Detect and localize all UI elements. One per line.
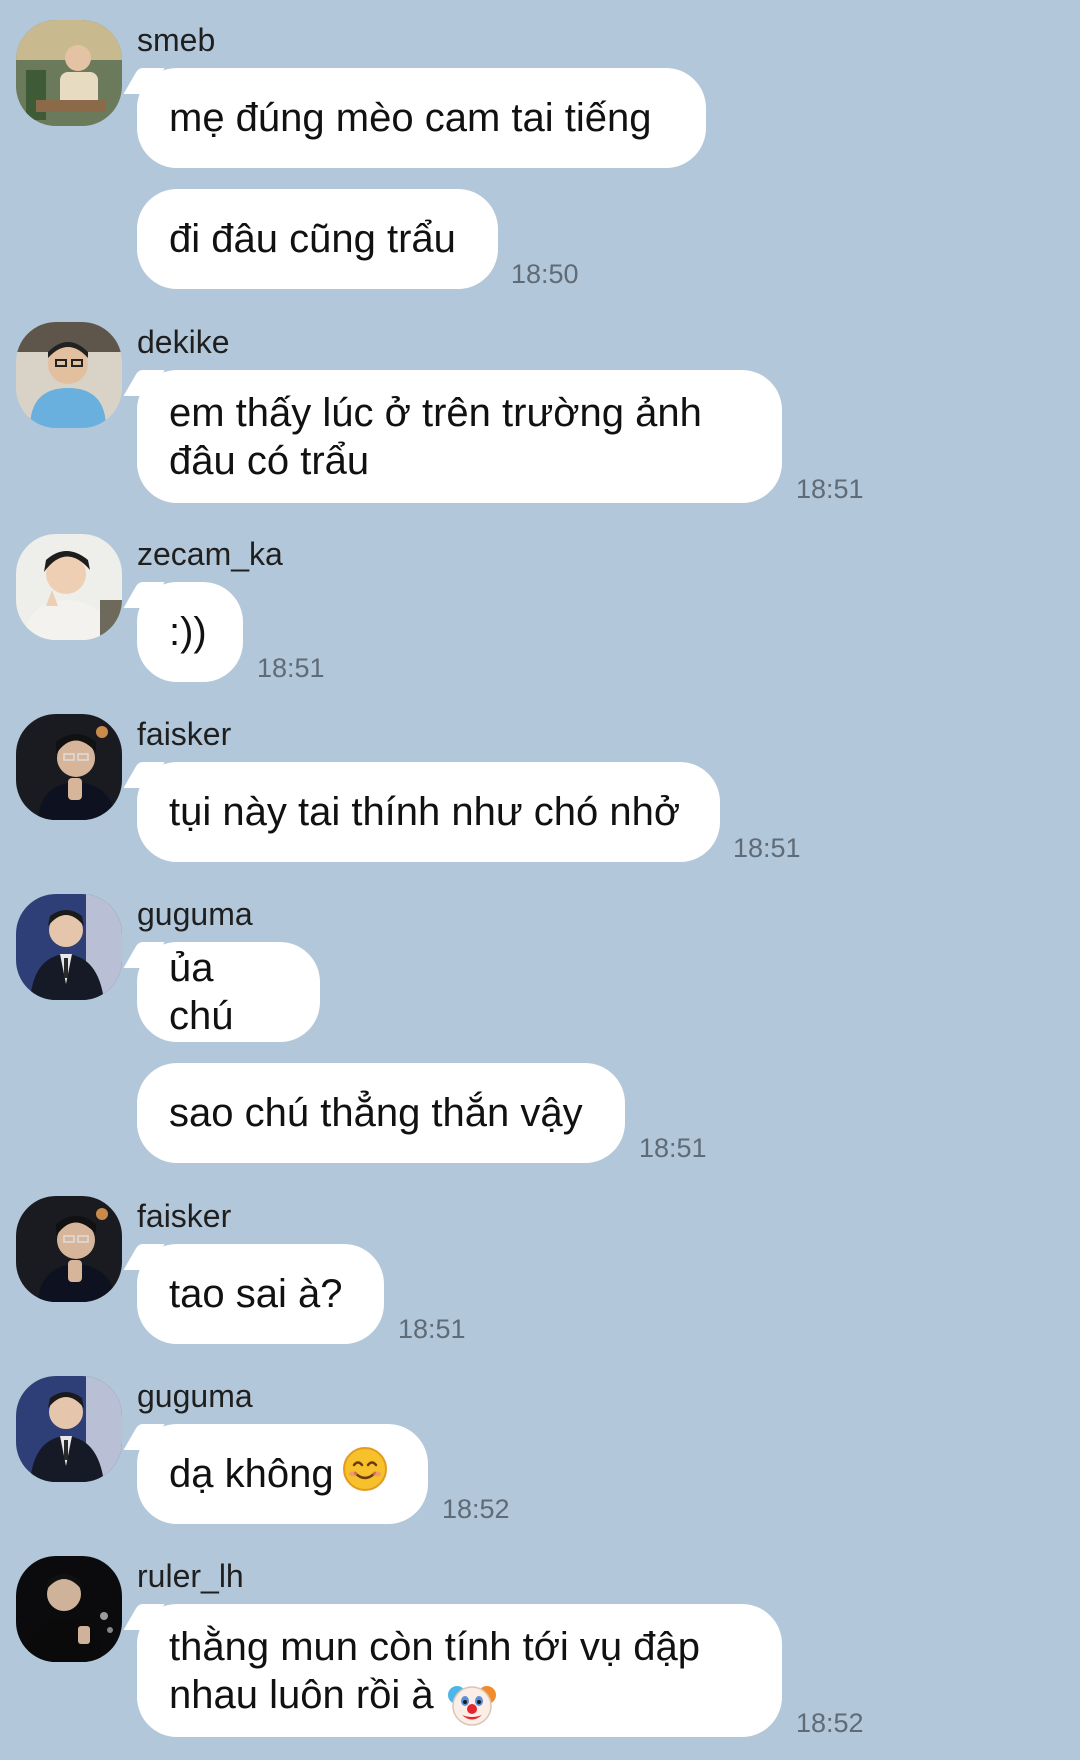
message-bubble[interactable]: em thấy lúc ở trên trường ảnh đâu có trẩ… xyxy=(137,370,782,503)
message-time: 18:51 xyxy=(733,833,801,863)
message-text: em thấy lúc ở trên trường ảnh đâu có trẩ… xyxy=(169,390,702,483)
avatar-faisker-icon[interactable] xyxy=(16,1196,122,1302)
avatar-smeb-icon[interactable] xyxy=(16,20,122,126)
message-time: 18:52 xyxy=(442,1494,510,1524)
message-text: thằng mun còn tính tới vụ đập nhau luôn … xyxy=(169,1624,701,1717)
message-time: 18:51 xyxy=(639,1133,707,1163)
message-time: 18:51 xyxy=(398,1314,466,1344)
message-bubble[interactable]: đi đâu cũng trẩu xyxy=(137,189,498,289)
message-bubble[interactable]: dạ không xyxy=(137,1424,428,1524)
message-bubble[interactable]: sao chú thẳng thắn vậy xyxy=(137,1063,625,1163)
message-text: :)) xyxy=(169,610,207,654)
sender-name: guguma xyxy=(137,1378,253,1414)
avatar-faisker-icon[interactable] xyxy=(16,714,122,820)
message-time: 18:52 xyxy=(796,1708,864,1738)
message-text: tao sai à? xyxy=(169,1272,343,1316)
smiling-face-icon xyxy=(342,1446,388,1503)
message-text: tụi này tai thính như chó nhở xyxy=(169,790,681,834)
avatar-guguma-icon[interactable] xyxy=(16,894,122,1000)
message-text: mẹ đúng mèo cam tai tiếng xyxy=(169,96,652,140)
message-time: 18:50 xyxy=(511,259,579,289)
sender-name: guguma xyxy=(137,896,253,932)
avatar-guguma-icon[interactable] xyxy=(16,1376,122,1482)
sender-name: ruler_lh xyxy=(137,1558,244,1594)
message-bubble[interactable]: :)) xyxy=(137,582,243,682)
sender-name: faisker xyxy=(137,1198,232,1234)
sender-name: faisker xyxy=(137,716,232,752)
message-bubble[interactable]: ủa chú xyxy=(137,942,320,1042)
message-bubble[interactable]: tụi này tai thính như chó nhở xyxy=(137,762,720,862)
chat-room: smeb mẹ đúng mèo cam tai tiếng đi đâu cũ… xyxy=(0,0,1080,1760)
message-text: đi đâu cũng trẩu xyxy=(169,217,456,261)
sender-name: zecam_ka xyxy=(137,536,283,572)
message-time: 18:51 xyxy=(257,653,325,683)
message-bubble[interactable]: tao sai à? xyxy=(137,1244,384,1344)
avatar-zecam-icon[interactable] xyxy=(16,534,122,640)
message-text: dạ không xyxy=(169,1452,334,1496)
avatar-dekike-icon[interactable] xyxy=(16,322,122,428)
message-text: ủa chú xyxy=(169,946,234,1038)
message-time: 18:51 xyxy=(796,474,864,504)
sender-name: smeb xyxy=(137,22,216,58)
avatar-ruler-icon[interactable] xyxy=(16,1556,122,1662)
message-text: sao chú thẳng thắn vậy xyxy=(169,1091,583,1135)
clown-face-icon xyxy=(447,1679,497,1740)
message-bubble[interactable]: thằng mun còn tính tới vụ đập nhau luôn … xyxy=(137,1604,782,1737)
message-bubble[interactable]: mẹ đúng mèo cam tai tiếng xyxy=(137,68,706,168)
sender-name: dekike xyxy=(137,324,230,360)
